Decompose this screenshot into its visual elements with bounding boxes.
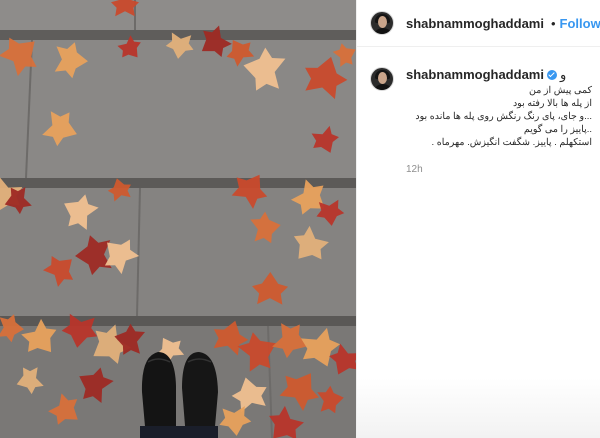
post-sidebar: shabnammoghaddami • Follow shabnammoghad… <box>356 0 600 438</box>
caption-line: استکهلم . پاییز. شگفت انگیزش. مهرماه . <box>431 137 593 148</box>
avatar[interactable] <box>370 11 394 35</box>
caption-avatar[interactable] <box>370 67 394 91</box>
comment-area <box>357 378 600 438</box>
caption: shabnammoghaddami و کمی پیش از من از پله … <box>357 47 600 175</box>
caption-username[interactable]: shabnammoghaddami <box>406 67 544 82</box>
caption-first-word: و <box>559 67 567 82</box>
caption-text: کمی پیش از من از پله ها بالا رفته بود ..… <box>406 84 592 149</box>
caption-line: کمی پیش از من <box>528 85 592 96</box>
header-username[interactable]: shabnammoghaddami <box>406 16 544 31</box>
post-photo[interactable] <box>0 0 356 438</box>
caption-verified-badge-icon <box>546 69 557 80</box>
stairs-leaves-image <box>0 0 356 438</box>
post-header: shabnammoghaddami • Follow <box>357 0 600 47</box>
follow-button[interactable]: Follow <box>560 16 600 31</box>
caption-line: ..پاییز را می گویم <box>523 124 592 135</box>
caption-line: از پله ها بالا رفته بود <box>512 98 592 109</box>
caption-line: ...و جای، پای رنگ رنگش روی پله ها مانده … <box>415 111 592 122</box>
post-timestamp[interactable]: 12h <box>406 164 592 175</box>
caption-body: shabnammoghaddami و کمی پیش از من از پله … <box>406 67 592 175</box>
